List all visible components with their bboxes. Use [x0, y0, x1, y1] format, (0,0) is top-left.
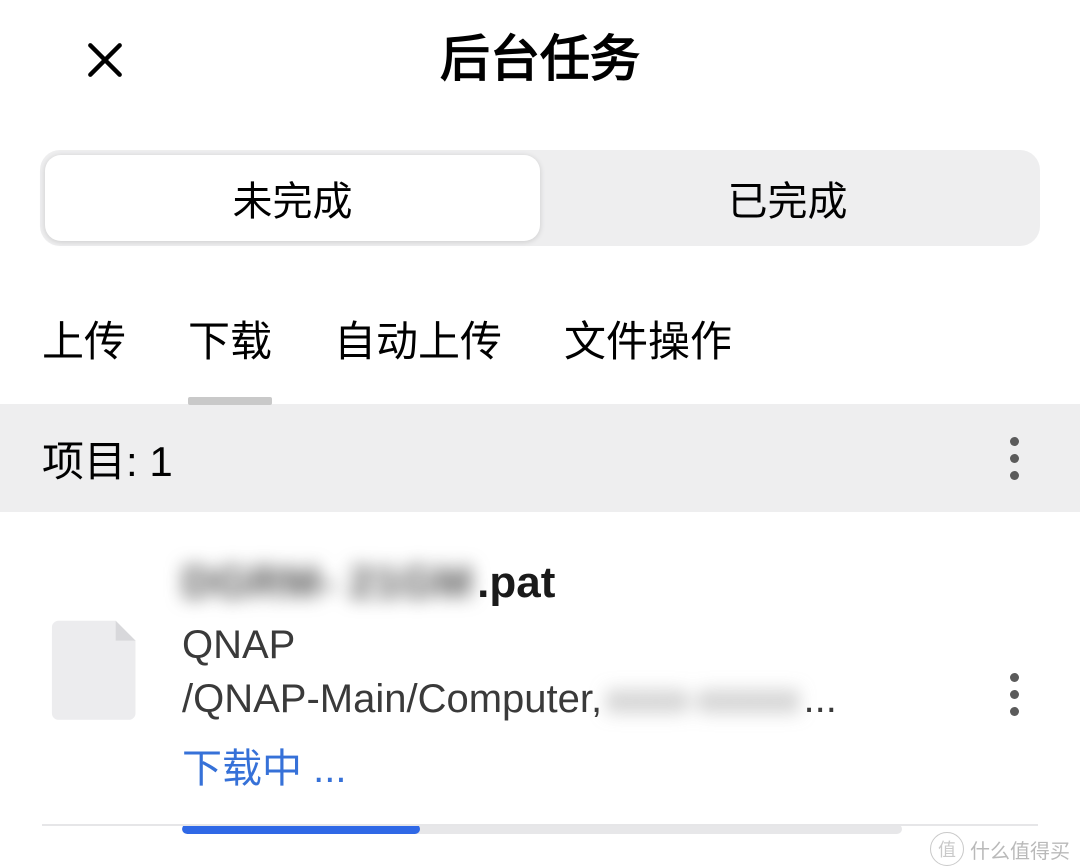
watermark-text: 什么值得买: [970, 835, 1070, 864]
item-more-button[interactable]: [990, 662, 1038, 726]
summary-text: 项目: 1: [42, 428, 173, 489]
summary-count: 1: [149, 438, 172, 485]
kebab-dot-icon: [1010, 707, 1019, 716]
file-path-redacted: xxxx-xxxxx: [602, 672, 803, 726]
summary-bar: 项目: 1: [0, 404, 1080, 512]
watermark: 值 什么值得买: [930, 832, 1070, 866]
status-text: 下载中 ...: [182, 736, 1038, 794]
file-icon: [42, 612, 152, 722]
file-name-redacted: DGRM- 21GM: [182, 558, 477, 608]
kebab-dot-icon: [1010, 471, 1019, 480]
summary-more-button[interactable]: [990, 426, 1038, 490]
file-path: /QNAP-Main/Computer, xxxx-xxxxx...: [182, 672, 1038, 726]
tab-auto-upload[interactable]: 自动上传: [334, 308, 502, 405]
page-title: 后台任务: [40, 19, 1040, 91]
segment-complete[interactable]: 已完成: [540, 155, 1035, 241]
segment-incomplete[interactable]: 未完成: [45, 155, 540, 241]
file-path-prefix: /QNAP-Main/Computer,: [182, 672, 602, 726]
header: 后台任务: [0, 0, 1080, 110]
tab-upload[interactable]: 上传: [42, 308, 126, 405]
subtabs: 上传 下载 自动上传 文件操作: [0, 246, 1080, 404]
kebab-dot-icon: [1010, 437, 1019, 446]
close-icon: [83, 38, 127, 82]
item-body: DGRM- 21GM.pat QNAP /QNAP-Main/Computer,…: [182, 558, 1038, 834]
summary-label: 项目:: [42, 438, 138, 485]
file-name: DGRM- 21GM.pat: [182, 558, 1038, 608]
kebab-dot-icon: [1010, 454, 1019, 463]
download-item: DGRM- 21GM.pat QNAP /QNAP-Main/Computer,…: [0, 512, 1080, 834]
close-button[interactable]: [75, 30, 135, 90]
kebab-dot-icon: [1010, 690, 1019, 699]
watermark-badge-icon: 值: [930, 832, 964, 866]
divider: [42, 824, 1038, 826]
file-path-tail: ...: [803, 672, 836, 726]
segmented-control: 未完成 已完成: [40, 150, 1040, 246]
file-source: QNAP: [182, 618, 1038, 672]
tab-file-ops[interactable]: 文件操作: [564, 308, 732, 405]
kebab-dot-icon: [1010, 673, 1019, 682]
tab-download[interactable]: 下载: [188, 308, 272, 405]
file-name-ext: .pat: [477, 558, 555, 608]
